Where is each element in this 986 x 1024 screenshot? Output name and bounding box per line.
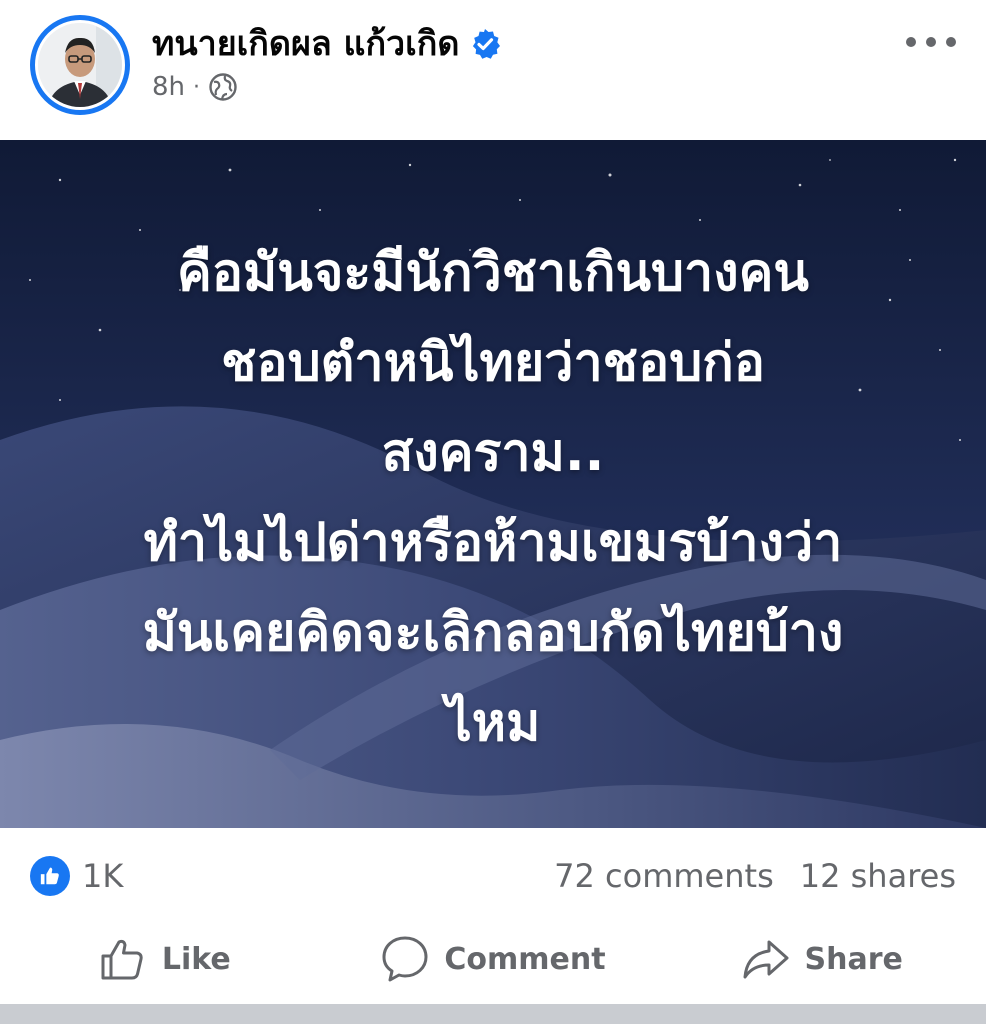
meta-separator: ·	[193, 74, 201, 100]
globe-icon	[209, 73, 237, 101]
post-text: คือมันจะมีนักวิชาเกินบางคน ชอบตำหนิไทยว่…	[142, 243, 844, 753]
share-button[interactable]: Share	[657, 920, 986, 998]
post-time[interactable]: 8h	[152, 72, 185, 102]
share-button-label: Share	[804, 941, 903, 977]
comment-button[interactable]: Comment	[329, 920, 658, 998]
like-button[interactable]: Like	[0, 920, 329, 998]
more-options-icon[interactable]	[906, 30, 956, 54]
comments-count[interactable]: 72 comments	[554, 856, 774, 896]
post-image[interactable]: คือมันจะมีนักวิชาเกินบางคน ชอบตำหนิไทยว่…	[0, 140, 986, 828]
comment-button-label: Comment	[444, 941, 606, 977]
like-count[interactable]: 1K	[82, 856, 123, 896]
like-button-label: Like	[161, 941, 231, 977]
avatar-photo	[38, 23, 122, 107]
like-reaction-icon[interactable]	[30, 856, 70, 896]
feed-divider	[0, 1004, 986, 1024]
avatar[interactable]	[30, 15, 130, 115]
post-header: ทนายเกิดผล แก้วเกิด 8h ·	[0, 0, 986, 140]
comment-bubble-icon	[382, 936, 428, 982]
share-arrow-icon	[743, 940, 788, 979]
shares-count[interactable]: 12 shares	[800, 856, 956, 896]
thumbs-up-icon	[101, 939, 143, 980]
post-stats: 1K 72 comments 12 shares	[0, 828, 986, 928]
author-name[interactable]: ทนายเกิดผล แก้วเกิด	[152, 22, 459, 66]
post-actions: Like Comment Share	[0, 920, 986, 998]
verified-badge-icon	[473, 29, 501, 59]
